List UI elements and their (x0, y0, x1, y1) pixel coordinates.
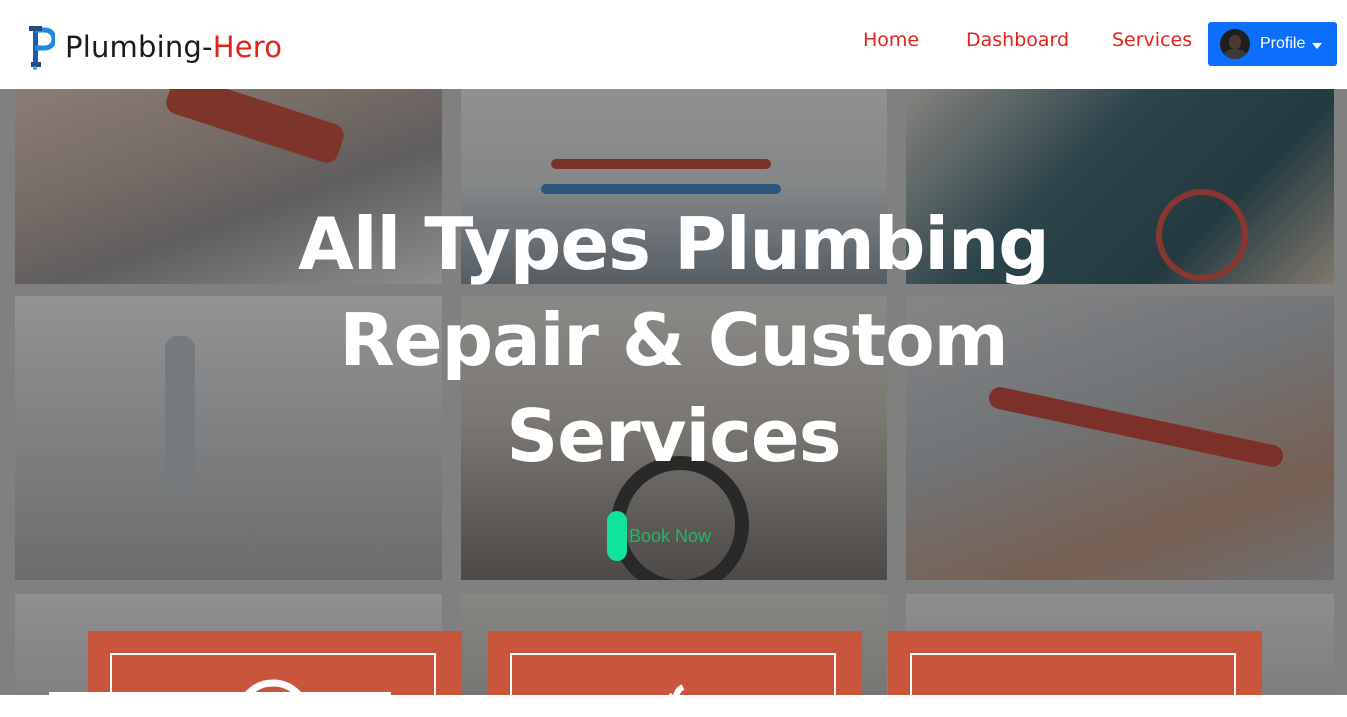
caret-down-icon (1312, 42, 1323, 49)
brand[interactable]: Plumbing-Hero (27, 24, 282, 70)
service-card[interactable] (488, 631, 862, 717)
profile-dropdown-button[interactable]: Profile (1208, 22, 1337, 66)
avatar (1220, 29, 1250, 59)
service-card[interactable] (888, 631, 1262, 717)
hero-title-line: All Types Plumbing (298, 202, 1050, 286)
service-card-frame (910, 653, 1236, 717)
cog-icon (1042, 699, 1104, 717)
navbar: Plumbing-Hero Home Dashboard Services Pr… (0, 0, 1347, 89)
book-now-pill (607, 511, 627, 561)
wrench-icon (646, 684, 703, 717)
brand-prefix: Plumbing- (65, 30, 213, 64)
nav-home-link[interactable]: Home (863, 29, 919, 51)
profile-label: Profile (1260, 35, 1306, 52)
nav-dashboard-link[interactable]: Dashboard (966, 29, 1069, 51)
service-card-frame (110, 653, 436, 717)
hero-title-line: Services (506, 394, 841, 478)
plumbing-logo-icon (29, 26, 55, 70)
brand-name: Plumbing-Hero (65, 30, 282, 64)
service-card[interactable] (88, 631, 462, 717)
hero-section: All Types Plumbing Repair & Custom Servi… (0, 89, 1347, 695)
hero-title-line: Repair & Custom (339, 298, 1008, 382)
nav-services-link[interactable]: Services (1112, 29, 1192, 51)
service-card-frame (510, 653, 836, 717)
hero-title: All Types Plumbing Repair & Custom Servi… (0, 196, 1347, 484)
gear-icon (235, 679, 311, 717)
book-now-label: Book Now (629, 525, 712, 546)
brand-accent: Hero (212, 30, 283, 64)
book-now-button[interactable]: Book Now (607, 511, 711, 561)
